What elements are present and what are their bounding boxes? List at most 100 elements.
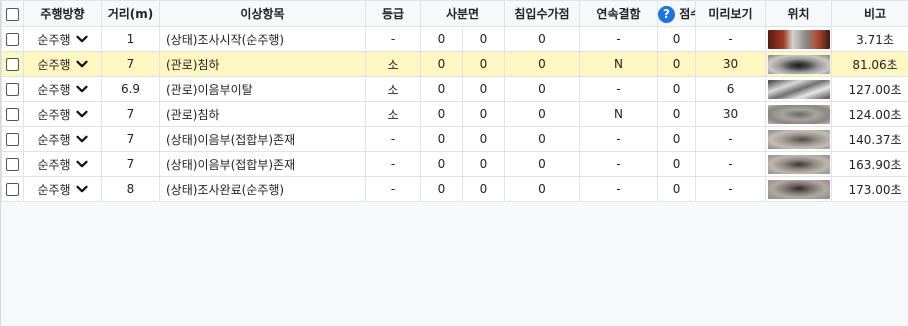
chevron-down-icon[interactable] [75, 33, 88, 45]
inspection-table-panel: 주행방향 거리(m) 이상항목 등급 사분면 침입수가점 연속결함 ? 점수 미… [0, 0, 908, 326]
header-infiltration[interactable]: 침입수가점 [504, 0, 580, 27]
header-position[interactable]: 위치 [765, 0, 833, 27]
header-preview[interactable]: 미리보기 [695, 0, 767, 27]
preview-thumbnail[interactable] [767, 179, 830, 199]
preview-cell[interactable] [765, 76, 833, 102]
table-row[interactable]: 순주행 7 (상태)이음부(접합부)존재 -0 0 0-0-140.37초 [1, 126, 908, 152]
grade-cell: 소 [365, 101, 421, 127]
continuous-cell: N [578, 101, 659, 127]
continuous-cell: - [578, 26, 659, 52]
row-checkbox[interactable] [6, 108, 19, 121]
header-item[interactable]: 이상항목 [159, 0, 366, 27]
table-row[interactable]: 순주행 7 (관로)침하 소 0 0 0 N 0 30 124.00초 [1, 101, 908, 127]
table-header-row: 주행방향 거리(m) 이상항목 등급 사분면 침입수가점 연속결함 ? 점수 미… [1, 0, 908, 27]
header-notes[interactable]: 비고 [831, 0, 908, 27]
row-checkbox[interactable] [6, 133, 19, 146]
infiltration-cell: 0 [504, 76, 580, 102]
table-row[interactable]: 순주행 7 (관로)침하 소 0 0 0 N 0 30 81.06초 [1, 51, 908, 77]
row-checkbox[interactable] [6, 183, 19, 196]
direction-value: 순주행 [37, 182, 71, 197]
select-all-cell[interactable] [1, 0, 24, 27]
row-select-cell[interactable] [1, 126, 24, 152]
infiltration-cell: 0 [504, 51, 580, 77]
preview-cell[interactable] [765, 51, 833, 77]
direction-cell[interactable]: 순주행 [23, 126, 102, 152]
preview-thumbnail[interactable] [767, 29, 830, 49]
row-select-cell[interactable] [1, 101, 24, 127]
row-checkbox[interactable] [6, 58, 19, 71]
item-cell: (상태)이음부(접합부)존재 [159, 126, 366, 152]
help-value-cell: 0 [657, 76, 697, 102]
row-select-cell[interactable] [1, 51, 24, 77]
position-cell[interactable]: 163.90초 [831, 151, 908, 177]
preview-cell[interactable] [765, 151, 833, 177]
select-all-checkbox[interactable] [6, 7, 19, 21]
chevron-down-icon[interactable] [75, 183, 88, 195]
distance-cell: 7 [101, 151, 160, 177]
row-select-cell[interactable] [1, 151, 24, 177]
continuous-cell: N [578, 51, 659, 77]
header-quadrant[interactable]: 사분면 [420, 0, 505, 27]
row-select-cell[interactable] [1, 76, 24, 102]
chevron-down-icon[interactable] [75, 108, 88, 120]
header-distance[interactable]: 거리(m) [101, 0, 160, 27]
position-cell[interactable]: 124.00초 [831, 101, 908, 127]
grade-cell: - [365, 176, 421, 202]
preview-thumbnail[interactable] [767, 129, 830, 149]
row-select-cell[interactable] [1, 26, 24, 52]
distance-cell: 1 [101, 26, 160, 52]
infiltration-cell: 0 [504, 151, 580, 177]
chevron-down-icon[interactable] [75, 133, 88, 145]
distance-cell: 6.9 [101, 76, 160, 102]
chevron-down-icon[interactable] [75, 158, 88, 170]
quadrant-1-cell: 0 [420, 176, 463, 202]
header-help-cell: ? 점수 [657, 0, 697, 27]
continuous-cell: - [578, 126, 659, 152]
header-direction[interactable]: 주행방향 [23, 0, 102, 27]
grade-cell: - [365, 151, 421, 177]
preview-cell[interactable] [765, 126, 833, 152]
item-cell: (관로)이음부이탈 [159, 76, 366, 102]
position-cell[interactable]: 140.37초 [831, 126, 908, 152]
preview-cell[interactable] [765, 101, 833, 127]
header-continuous[interactable]: 연속결함 [578, 0, 659, 27]
preview-thumbnail[interactable] [767, 79, 830, 99]
row-checkbox[interactable] [6, 33, 19, 46]
defect-table: 주행방향 거리(m) 이상항목 등급 사분면 침입수가점 연속결함 ? 점수 미… [1, 0, 908, 202]
direction-cell[interactable]: 순주행 [23, 176, 102, 202]
direction-cell[interactable]: 순주행 [23, 51, 102, 77]
preview-thumbnail[interactable] [767, 54, 830, 74]
preview-cell[interactable] [765, 26, 833, 52]
help-icon[interactable]: ? [658, 5, 676, 23]
chevron-down-icon[interactable] [75, 58, 88, 70]
row-checkbox[interactable] [6, 158, 19, 171]
direction-cell[interactable]: 순주행 [23, 76, 102, 102]
position-cell[interactable]: 173.00초 [831, 176, 908, 202]
score-cell: 30 [695, 51, 767, 77]
header-score[interactable]: 점수 [679, 7, 694, 21]
quadrant-1-cell: 0 [420, 76, 463, 102]
chevron-down-icon[interactable] [75, 83, 88, 95]
position-cell[interactable]: 3.71초 [831, 26, 908, 52]
preview-cell[interactable] [765, 176, 833, 202]
table-row[interactable]: 순주행 7 (상태)이음부(접합부)존재 -0 0 0-0-163.90초 [1, 151, 908, 177]
row-checkbox[interactable] [6, 83, 19, 96]
table-row[interactable]: 순주행 1 (상태)조사시작(순주행) -0 0 0-0-3.71초 [1, 26, 908, 52]
position-cell[interactable]: 127.00초 [831, 76, 908, 102]
table-row[interactable]: 순주행 8 (상태)조사완료(순주행) -0 0 0-0-173.00초 [1, 176, 908, 202]
quadrant-2-cell: 0 [462, 101, 505, 127]
direction-cell[interactable]: 순주행 [23, 151, 102, 177]
preview-thumbnail[interactable] [767, 154, 830, 174]
position-cell[interactable]: 81.06초 [831, 51, 908, 77]
score-cell: - [695, 151, 767, 177]
row-select-cell[interactable] [1, 176, 24, 202]
header-grade[interactable]: 등급 [365, 0, 421, 27]
help-value-cell: 0 [657, 51, 697, 77]
preview-thumbnail[interactable] [767, 104, 830, 124]
infiltration-cell: 0 [504, 101, 580, 127]
table-row[interactable]: 순주행 6.9 (관로)이음부이탈 소 0 0 0-0 6 127.00초 [1, 76, 908, 102]
quadrant-2-cell: 0 [462, 76, 505, 102]
direction-cell[interactable]: 순주행 [23, 101, 102, 127]
distance-cell: 7 [101, 101, 160, 127]
direction-cell[interactable]: 순주행 [23, 26, 102, 52]
